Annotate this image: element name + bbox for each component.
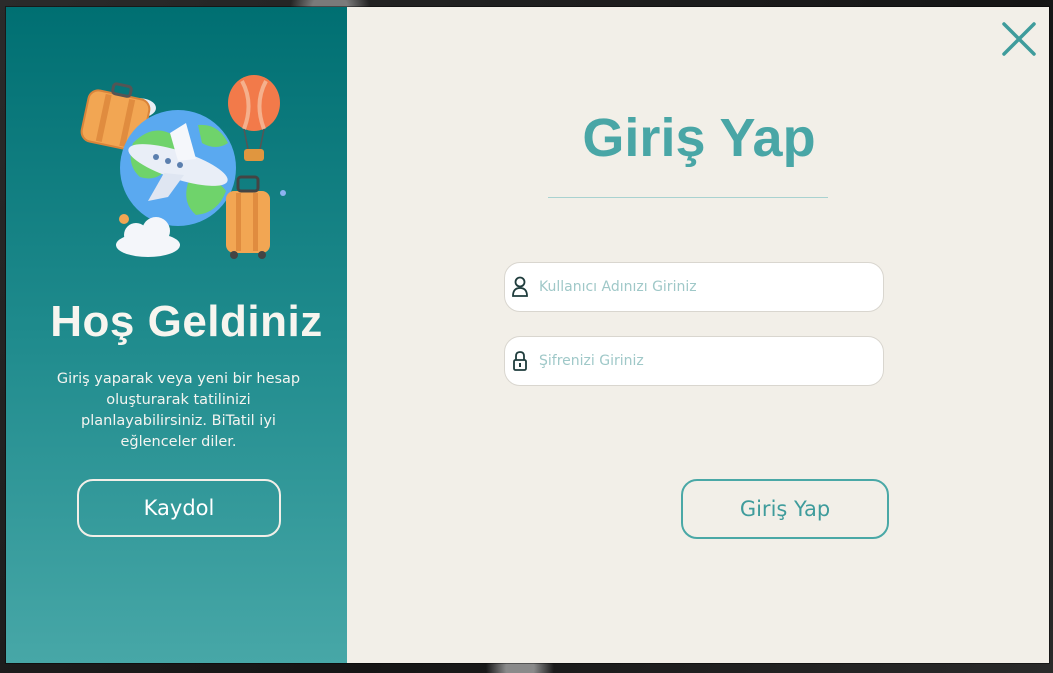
login-button[interactable]: Giriş Yap (681, 479, 889, 539)
title-divider (548, 197, 828, 198)
hot-air-balloon-icon (228, 75, 280, 161)
login-dialog: Hoş Geldiniz Giriş yaparak veya yeni bir… (6, 7, 1049, 663)
signup-button[interactable]: Kaydol (77, 479, 281, 537)
welcome-panel: Hoş Geldiniz Giriş yaparak veya yeni bir… (6, 7, 347, 663)
close-icon[interactable] (1001, 21, 1037, 57)
page-title: Giriş Yap (582, 108, 816, 168)
login-panel: Giriş Yap Giriş Yap (347, 7, 1049, 663)
password-input[interactable] (537, 352, 861, 370)
luggage-icon (226, 175, 270, 259)
password-field[interactable] (504, 336, 884, 386)
travel-globe-illustration (80, 75, 286, 259)
lock-icon (511, 350, 529, 372)
welcome-title: Hoş Geldiniz (50, 297, 323, 346)
username-input[interactable] (537, 278, 861, 296)
user-icon (511, 276, 529, 298)
username-field[interactable] (504, 262, 884, 312)
welcome-message: Giriş yaparak veya yeni bir hesap oluştu… (56, 371, 301, 450)
